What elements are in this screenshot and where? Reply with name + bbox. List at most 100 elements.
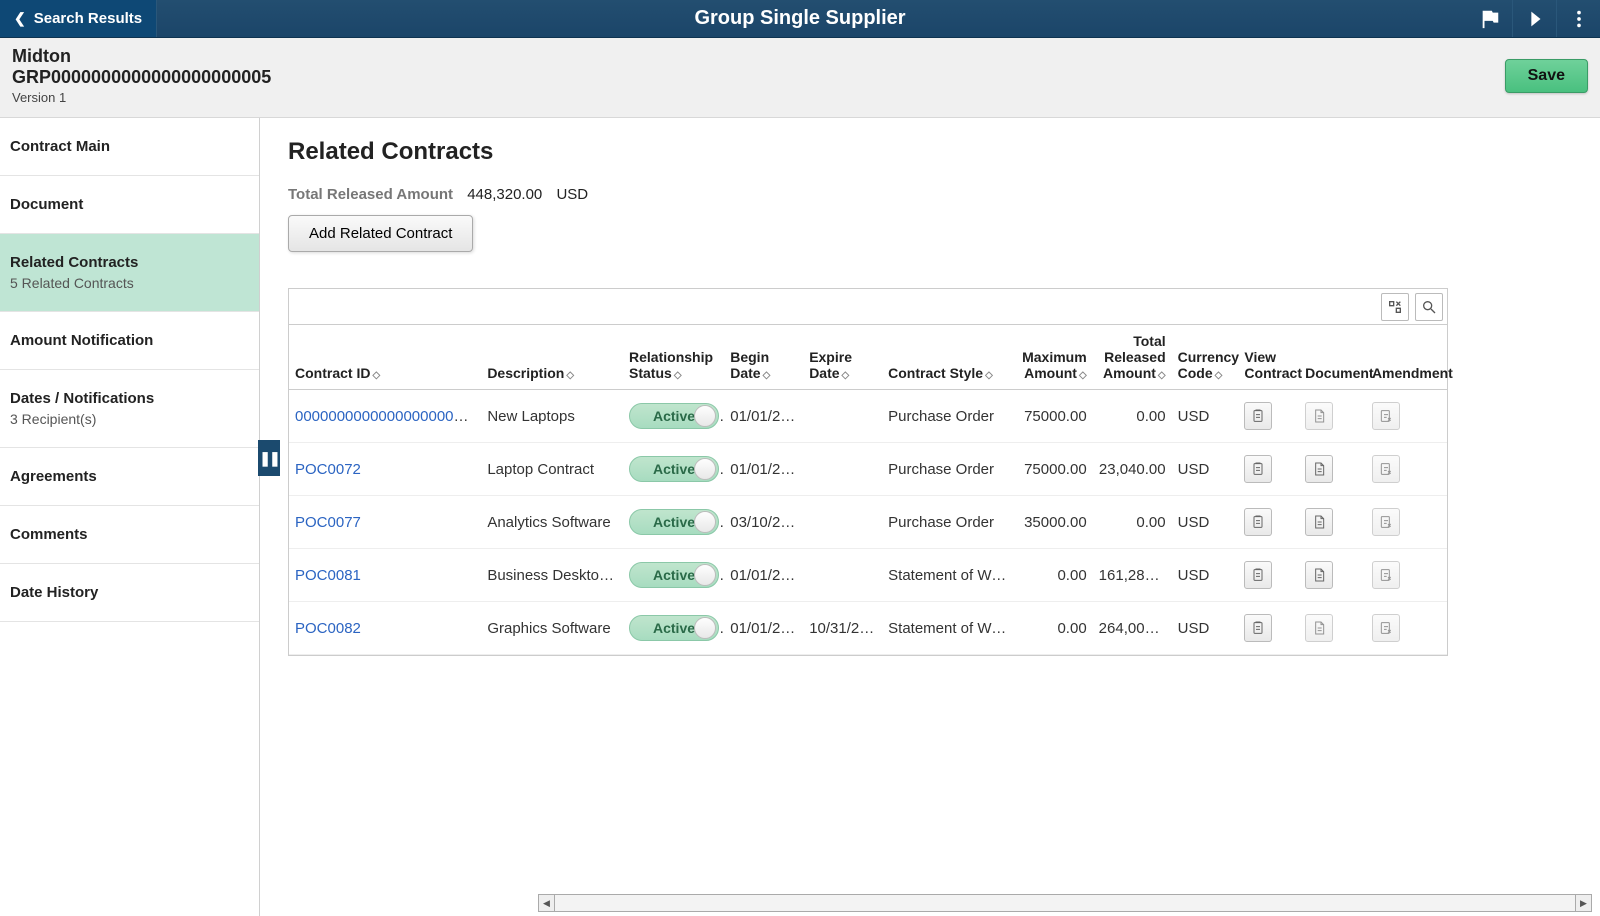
col-contract-id[interactable]: Contract ID◇ xyxy=(289,325,481,390)
kebab-menu-icon[interactable] xyxy=(1556,0,1600,37)
back-label: Search Results xyxy=(34,10,142,27)
contract-id-link[interactable]: POC0081 xyxy=(295,567,361,584)
cell-contract-style: Purchase Order xyxy=(882,443,1014,496)
sidebar-item[interactable]: Related Contracts5 Related Contracts xyxy=(0,234,259,312)
top-actions xyxy=(1468,0,1600,37)
status-toggle[interactable]: Active xyxy=(629,562,719,588)
top-bar: ❮ Search Results Group Single Supplier xyxy=(0,0,1600,38)
horizontal-scrollbar[interactable]: ◀ ▶ xyxy=(538,894,1592,912)
add-related-contract-button[interactable]: Add Related Contract xyxy=(288,215,473,252)
col-amendment: Amendment xyxy=(1366,325,1447,390)
col-description[interactable]: Description◇ xyxy=(481,325,623,390)
scroll-right-arrow-icon[interactable]: ▶ xyxy=(1575,895,1591,911)
cell-total-released: 161,280.00 xyxy=(1093,549,1172,602)
cell-expire-date xyxy=(803,549,882,602)
view-contract-icon[interactable] xyxy=(1244,455,1272,483)
status-toggle[interactable]: Active xyxy=(629,456,719,482)
cell-status: Active xyxy=(623,443,724,496)
view-contract-icon[interactable] xyxy=(1244,614,1272,642)
status-toggle[interactable]: Active xyxy=(629,615,719,641)
cell-expire-date xyxy=(803,443,882,496)
sidebar-item[interactable]: Date History xyxy=(0,564,259,622)
sidebar-collapse-handle[interactable]: ❚❚ xyxy=(258,440,280,476)
cell-status: Active xyxy=(623,496,724,549)
group-id: GRP0000000000000000000005 xyxy=(12,67,271,88)
sort-icon: ◇ xyxy=(1158,370,1166,381)
cell-total-released: 0.00 xyxy=(1093,496,1172,549)
document-icon[interactable] xyxy=(1305,508,1333,536)
flag-icon[interactable] xyxy=(1468,0,1512,37)
cell-contract-style: Purchase Order xyxy=(882,390,1014,443)
sidebar-item[interactable]: Dates / Notifications3 Recipient(s) xyxy=(0,370,259,448)
cell-description: Laptop Contract xyxy=(481,443,623,496)
cell-view-contract xyxy=(1238,602,1299,655)
status-toggle[interactable]: Active xyxy=(629,509,719,535)
cell-status: Active xyxy=(623,602,724,655)
grid-container: Contract ID◇ Description◇ Relationship S… xyxy=(288,288,1448,656)
cell-view-contract xyxy=(1238,549,1299,602)
table-row: POC0081Business Desktop PCActive01/01/20… xyxy=(289,549,1447,602)
sidebar-item-label: Date History xyxy=(10,584,249,601)
col-contract-style[interactable]: Contract Style◇ xyxy=(882,325,1014,390)
grid-header-row: Contract ID◇ Description◇ Relationship S… xyxy=(289,325,1447,390)
cell-document xyxy=(1299,496,1366,549)
sidebar-item[interactable]: Agreements xyxy=(0,448,259,506)
document-icon[interactable] xyxy=(1305,455,1333,483)
sort-icon: ◇ xyxy=(842,370,850,381)
total-released-currency: USD xyxy=(556,186,588,203)
contract-id-link[interactable]: POC0082 xyxy=(295,620,361,637)
cell-total-released: 23,040.00 xyxy=(1093,443,1172,496)
amendment-icon[interactable] xyxy=(1372,402,1400,430)
grid-toolbar xyxy=(289,289,1447,325)
col-expire-date[interactable]: Expire Date◇ xyxy=(803,325,882,390)
cell-contract-style: Statement of Work xyxy=(882,549,1014,602)
cell-contract-id: POC0082 xyxy=(289,602,481,655)
page-header-title: Group Single Supplier xyxy=(694,7,905,30)
scroll-left-arrow-icon[interactable]: ◀ xyxy=(539,895,555,911)
page-title: Related Contracts xyxy=(288,138,1600,166)
view-contract-icon[interactable] xyxy=(1244,402,1272,430)
contract-id-link[interactable]: 0000000000000000000000070 xyxy=(295,408,481,425)
sidebar-item[interactable]: Amount Notification xyxy=(0,312,259,370)
grid-search-icon[interactable] xyxy=(1415,293,1443,321)
table-row: 0000000000000000000000070New LaptopsActi… xyxy=(289,390,1447,443)
view-contract-icon[interactable] xyxy=(1244,508,1272,536)
sidebar-item[interactable]: Document xyxy=(0,176,259,234)
amendment-icon[interactable] xyxy=(1372,561,1400,589)
sidebar-item[interactable]: Comments xyxy=(0,506,259,564)
cell-total-released: 0.00 xyxy=(1093,390,1172,443)
col-begin-date[interactable]: Begin Date◇ xyxy=(724,325,803,390)
cell-currency: USD xyxy=(1172,549,1239,602)
sidebar-item-label: Dates / Notifications xyxy=(10,390,249,407)
save-button[interactable]: Save xyxy=(1505,59,1588,93)
sidebar-item-sublabel: 5 Related Contracts xyxy=(10,275,249,291)
col-currency-code[interactable]: Currency Code◇ xyxy=(1172,325,1239,390)
context-header: Midton GRP0000000000000000000005 Version… xyxy=(0,38,1600,118)
next-icon[interactable] xyxy=(1512,0,1556,37)
status-toggle[interactable]: Active xyxy=(629,403,719,429)
amendment-icon[interactable] xyxy=(1372,508,1400,536)
col-maximum-amount[interactable]: Maximum Amount◇ xyxy=(1014,325,1093,390)
col-total-released[interactable]: Total Released Amount◇ xyxy=(1093,325,1172,390)
back-button[interactable]: ❮ Search Results xyxy=(0,0,157,37)
amendment-icon[interactable] xyxy=(1372,455,1400,483)
contract-id-link[interactable]: POC0072 xyxy=(295,461,361,478)
view-contract-icon[interactable] xyxy=(1244,561,1272,589)
cell-contract-id: POC0077 xyxy=(289,496,481,549)
cell-view-contract xyxy=(1238,443,1299,496)
sidebar-item[interactable]: Contract Main xyxy=(0,118,259,176)
cell-contract-id: 0000000000000000000000070 xyxy=(289,390,481,443)
amendment-icon[interactable] xyxy=(1372,614,1400,642)
document-icon[interactable] xyxy=(1305,402,1333,430)
cell-document xyxy=(1299,390,1366,443)
content-area: Related Contracts Total Released Amount … xyxy=(260,118,1600,916)
cell-currency: USD xyxy=(1172,602,1239,655)
document-icon[interactable] xyxy=(1305,614,1333,642)
contract-id-link[interactable]: POC0077 xyxy=(295,514,361,531)
cell-currency: USD xyxy=(1172,390,1239,443)
cell-amendment xyxy=(1366,549,1447,602)
document-icon[interactable] xyxy=(1305,561,1333,589)
cell-view-contract xyxy=(1238,496,1299,549)
col-relationship-status[interactable]: Relationship Status◇ xyxy=(623,325,724,390)
grid-personalize-icon[interactable] xyxy=(1381,293,1409,321)
